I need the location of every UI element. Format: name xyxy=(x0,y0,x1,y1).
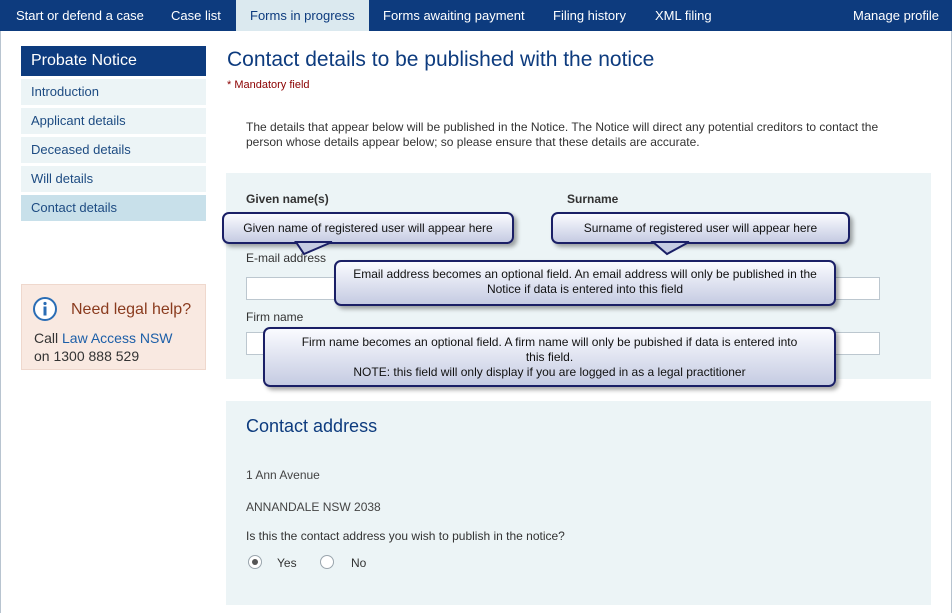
callout-tail xyxy=(294,241,333,256)
callout-surname: Surname of registered user will appear h… xyxy=(551,212,850,256)
firm-name-label: Firm name xyxy=(246,310,304,324)
sidebar-item-applicant-details[interactable]: Applicant details xyxy=(21,108,206,134)
callout-firm-name: Firm name becomes an optional field. A f… xyxy=(263,327,836,387)
nav-filing-history[interactable]: Filing history xyxy=(553,0,626,31)
sidebar-heading: Probate Notice xyxy=(21,46,206,76)
sidebar-item-introduction[interactable]: Introduction xyxy=(21,79,206,105)
intro-text: The details that appear below will be pu… xyxy=(246,120,879,149)
sidebar-item-will-details[interactable]: Will details xyxy=(21,166,206,192)
nav-xml-filing[interactable]: XML filing xyxy=(655,0,712,31)
sidebar-item-deceased-details[interactable]: Deceased details xyxy=(21,137,206,163)
radio-no[interactable] xyxy=(320,555,334,569)
callout-tail xyxy=(650,241,690,256)
radio-no-label: No xyxy=(351,556,367,570)
surname-label: Surname xyxy=(567,192,619,206)
nav-manage-profile[interactable]: Manage profile xyxy=(853,0,939,31)
nav-case-list[interactable]: Case list xyxy=(171,0,221,31)
help-call-text: Call xyxy=(34,330,59,346)
law-access-link[interactable]: Law Access NSW xyxy=(62,330,172,346)
callout-given-name-text: Given name of registered user will appea… xyxy=(243,221,493,235)
callout-surname-text: Surname of registered user will appear h… xyxy=(583,221,818,235)
callout-given-name: Given name of registered user will appea… xyxy=(222,212,514,256)
callout-email-text: Email address becomes an optional field.… xyxy=(353,267,817,296)
callout-email: Email address becomes an optional field.… xyxy=(334,260,836,306)
radio-yes-label: Yes xyxy=(277,556,297,570)
nav-start-or-defend-a-case[interactable]: Start or defend a case xyxy=(16,0,144,31)
given-name-label: Given name(s) xyxy=(246,192,329,206)
page-title: Contact details to be published with the… xyxy=(227,48,655,71)
callout-firm-note: NOTE: this field will only display if yo… xyxy=(353,365,746,379)
callout-firm-text: Firm name becomes an optional field. A f… xyxy=(301,335,798,364)
radio-yes[interactable] xyxy=(248,555,262,569)
info-icon xyxy=(33,297,57,321)
mandatory-note: * Mandatory field xyxy=(227,79,310,91)
help-text: Call Law Access NSW on 1300 888 529 xyxy=(34,329,206,365)
nav-forms-in-progress[interactable]: Forms in progress xyxy=(236,0,369,31)
help-phone: on 1300 888 529 xyxy=(34,348,140,364)
help-title: Need legal help? xyxy=(71,301,192,318)
radio-selected-dot xyxy=(252,559,258,565)
address-line-1: 1 Ann Avenue xyxy=(246,468,320,482)
sidebar-item-contact-details[interactable]: Contact details xyxy=(21,195,206,221)
legal-help-box: Need legal help? Call Law Access NSW on … xyxy=(21,284,206,370)
top-nav: Start or defend a case Case list Forms i… xyxy=(0,0,952,31)
nav-forms-awaiting-payment[interactable]: Forms awaiting payment xyxy=(383,0,525,31)
publish-address-question: Is this the contact address you wish to … xyxy=(246,529,565,543)
address-line-2: ANNANDALE NSW 2038 xyxy=(246,500,381,514)
contact-address-heading: Contact address xyxy=(246,416,378,436)
